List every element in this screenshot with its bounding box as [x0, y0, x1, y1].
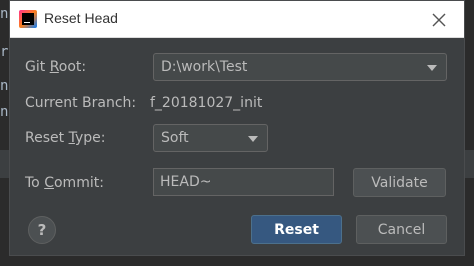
dialog-titlebar: Reset Head: [10, 1, 464, 38]
cancel-button[interactable]: Cancel: [356, 215, 447, 244]
to-commit-input[interactable]: [154, 169, 333, 195]
current-branch-value: f_20181027_init: [150, 95, 263, 111]
reset-head-dialog: Reset Head Git Root: D:\work\Test Curren…: [9, 0, 465, 256]
help-icon: ?: [37, 221, 47, 239]
to-commit-field[interactable]: [153, 168, 334, 196]
git-root-dropdown[interactable]: D:\work\Test: [153, 53, 447, 81]
close-icon: [432, 13, 446, 27]
chevron-down-icon: [427, 65, 437, 71]
close-button[interactable]: [428, 9, 450, 31]
git-root-value: D:\work\Test: [161, 59, 248, 75]
to-commit-label: To Commit:: [25, 175, 104, 191]
reset-type-label: Reset Type:: [25, 130, 106, 146]
reset-type-dropdown[interactable]: Soft: [153, 124, 268, 152]
intellij-icon: [19, 10, 37, 28]
current-branch-label: Current Branch:: [25, 95, 137, 111]
reset-button[interactable]: Reset: [251, 215, 342, 244]
reset-type-value: Soft: [161, 130, 189, 146]
dialog-title: Reset Head: [44, 10, 118, 26]
git-root-label: Git Root:: [25, 59, 87, 75]
chevron-down-icon: [248, 136, 258, 142]
validate-button[interactable]: Validate: [353, 168, 446, 197]
help-button[interactable]: ?: [28, 216, 56, 244]
